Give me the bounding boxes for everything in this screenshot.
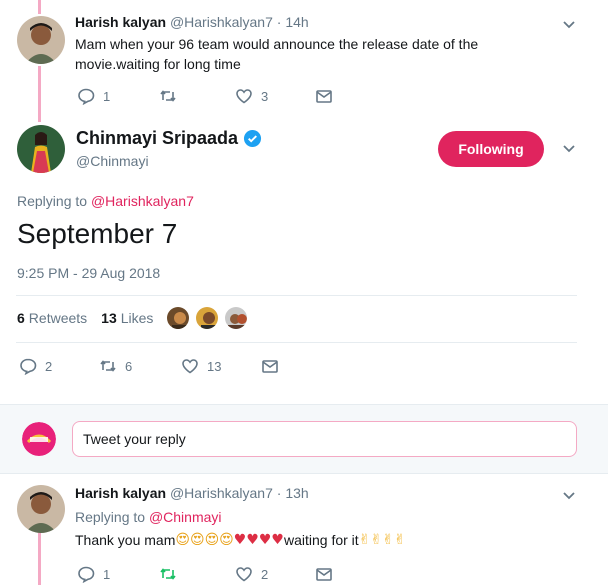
replying-to-label: Replying to [75,509,146,525]
tweet-time[interactable]: · 13h [277,485,309,501]
replying-to: Replying to @Harishkalyan7 [17,193,194,209]
tweet-header: Harish kalyan @Harishkalyan7 · 13h [75,485,309,501]
main-author-name-text: Chinmayi Sripaada [76,128,239,148]
tweet-actions: 1 2 [77,565,333,583]
like-icon [236,89,252,104]
heart-eyes-emojis: 😍😍😍😍 [175,532,234,548]
tweet-header: Harish kalyan @Harishkalyan7 · 14h [75,14,309,30]
tweet-time[interactable]: · 14h [277,14,309,30]
main-tweet-timestamp[interactable]: 9:25 PM - 29 Aug 2018 [17,265,160,281]
main-tweet-actions: 2 6 13 [19,357,279,375]
retweet-button[interactable] [159,565,235,583]
main-author-handle[interactable]: @Chinmayi [76,153,149,169]
likes-stat-count: 13 [101,310,117,326]
author-name[interactable]: Harish kalyan [75,14,166,30]
liker-avatar[interactable] [223,305,249,331]
reply-icon [20,358,37,375]
main-tweet-text: September 7 [17,218,178,249]
liker-avatars [165,305,252,331]
divider [16,295,577,296]
thread-line-top [38,0,41,14]
like-icon [182,359,198,374]
like-icon [236,567,252,582]
author-handle[interactable]: @Harishkalyan7 [170,14,273,30]
tweet-text-mid: waiting for it [283,532,359,548]
reply-button[interactable]: 2 [19,357,99,375]
divider [16,342,577,343]
like-count: 13 [207,358,222,374]
replying-to-mention[interactable]: @Harishkalyan7 [91,193,194,209]
retweet-icon [160,90,176,102]
thread-line-bottom [38,533,41,585]
reply-count: 1 [103,88,111,104]
chevron-down-icon[interactable] [560,16,578,34]
message-icon [262,360,278,373]
reply-button[interactable]: 1 [77,87,159,105]
retweets-stat[interactable]: 6 Retweets [17,310,87,326]
reply-count: 1 [103,566,111,582]
author-name[interactable]: Harish kalyan [75,485,166,501]
tweet-text: Mam when your 96 team would announce the… [75,36,479,72]
thread-line-upper [38,66,41,122]
like-button[interactable]: 13 [181,357,261,375]
tweet-reply-input[interactable] [72,421,577,457]
current-user-avatar [22,422,56,456]
reply-count: 2 [45,358,53,374]
like-count: 2 [261,566,269,582]
author-handle[interactable]: @Harishkalyan7 [170,485,273,501]
victory-hand-emojis: ✌✌✌✌ [358,532,406,548]
message-button[interactable] [315,565,333,583]
replying-to-mention[interactable]: @Chinmayi [149,509,222,525]
retweet-count: 6 [125,358,133,374]
verified-icon [244,129,262,148]
retweets-stat-count: 6 [17,310,25,326]
like-count: 3 [261,88,269,104]
heart-emojis: ♥♥♥♥ [233,532,284,548]
replying-to: Replying to @Chinmayi [75,509,222,525]
retweet-icon [100,360,116,372]
liker-avatar[interactable] [165,305,191,331]
likes-stat[interactable]: 13 Likes [101,310,153,326]
avatar-harish-top[interactable] [17,16,65,64]
message-button[interactable] [261,357,279,375]
retweet-button[interactable] [159,87,235,105]
reply-icon [78,566,95,583]
engagement-stats: 6 Retweets 13 Likes [17,310,167,326]
retweets-stat-label: Retweets [28,310,88,326]
like-button[interactable]: 3 [235,87,315,105]
tweet-text: Thank you mam 😍😍😍😍 ♥♥♥♥ waiting for it ✌… [75,530,406,550]
replying-to-label: Replying to [17,193,88,209]
reply-icon [78,88,95,105]
likes-stat-label: Likes [120,310,154,326]
message-icon [316,90,332,103]
liker-avatar[interactable] [194,305,220,331]
tweet-actions: 1 3 [77,87,333,105]
message-icon [316,568,332,581]
message-button[interactable] [315,87,333,105]
retweet-icon [160,568,176,580]
following-button[interactable]: Following [438,131,544,167]
tweet-text-start: Thank you mam [75,532,176,548]
retweet-button[interactable]: 6 [99,357,181,375]
avatar-chinmayi[interactable] [17,125,65,173]
avatar-harish-bottom[interactable] [17,485,65,533]
chevron-down-icon[interactable] [560,487,578,505]
main-author-name[interactable]: Chinmayi Sripaada [76,128,262,149]
chevron-down-icon[interactable] [560,140,578,158]
reply-button[interactable]: 1 [77,565,159,583]
like-button[interactable]: 2 [235,565,315,583]
